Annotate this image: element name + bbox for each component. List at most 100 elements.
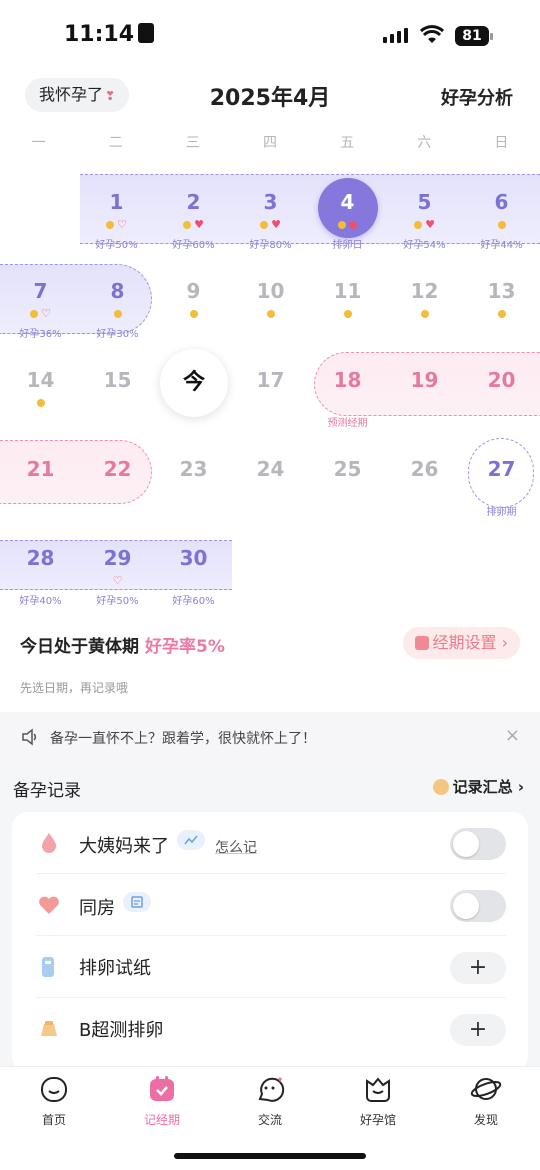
shop-icon <box>366 1077 390 1102</box>
weekday-label: 二 <box>108 135 123 151</box>
dot-marker <box>30 310 39 318</box>
calendar-day[interactable]: 24 <box>232 437 309 526</box>
heart-outline-icon: ♡ <box>41 307 51 320</box>
dot-marker <box>497 310 506 318</box>
dot-marker <box>420 310 429 318</box>
weekday-label: 一 <box>31 135 46 151</box>
records-card: 大姨妈来了 怎么记 同房 排卵试纸 + B超测排卵 + <box>12 812 528 1072</box>
calendar-day[interactable]: 11 <box>309 259 386 348</box>
wifi-icon <box>420 25 444 43</box>
calendar-day[interactable]: 17 <box>232 348 309 437</box>
calendar-day[interactable]: 12 <box>386 259 463 348</box>
status-time: 11:14 <box>64 22 155 47</box>
note-icon[interactable] <box>123 892 151 912</box>
records-header: 备孕记录 记录汇总 › <box>0 772 540 802</box>
weekday-label: 三 <box>185 135 200 151</box>
settings-icon <box>414 636 429 650</box>
calendar-day[interactable]: 27 排卵期 <box>463 437 540 526</box>
calendar-day[interactable]: 18 预测经期 <box>309 348 386 437</box>
dot-marker <box>349 221 357 229</box>
moon-icon <box>432 779 449 795</box>
records-title: 备孕记录 <box>13 781 81 801</box>
period-toggle[interactable] <box>450 828 506 860</box>
phase-status: 今日处于黄体期 好孕率5% <box>20 637 225 657</box>
tab-home[interactable]: 首页 <box>0 1073 108 1128</box>
record-row-period: 大姨妈来了 怎么记 <box>36 812 506 874</box>
calendar-header: 我怀孕了 ❣ 2025年4月 好孕分析 <box>0 72 540 122</box>
calendar-day[interactable]: 15 <box>79 348 156 437</box>
dot-marker <box>189 310 198 318</box>
calendar-day[interactable]: 25 <box>309 437 386 526</box>
record-row-ultrasound: B超测排卵 + <box>36 998 506 1060</box>
calendar-day[interactable]: 23 <box>155 437 232 526</box>
face-icon <box>41 1077 67 1102</box>
weekday-label: 六 <box>417 135 432 151</box>
dot-marker <box>497 221 506 229</box>
heart-icon: ♥ <box>271 218 281 231</box>
fertility-analysis-link[interactable]: 好孕分析 <box>441 84 513 110</box>
planet-icon <box>470 1078 502 1100</box>
drop-icon <box>42 833 56 853</box>
weekday-label: 日 <box>494 135 509 151</box>
calendar-icon <box>150 1076 174 1101</box>
dot-marker <box>266 310 275 318</box>
calendar-day[interactable]: 1 ♡ 好孕50% <box>78 170 155 259</box>
record-row-intercourse: 同房 <box>36 874 506 936</box>
calendar-day[interactable]: 22 <box>79 437 156 526</box>
records-summary-link[interactable]: 记录汇总 › <box>432 776 524 797</box>
add-ovulation-test-button[interactable]: + <box>450 952 506 984</box>
add-ultrasound-button[interactable]: + <box>450 1014 506 1046</box>
heart-outline-icon: ♡ <box>117 218 127 231</box>
weekday-row: 一 二 三 四 五 六 日 <box>0 132 540 152</box>
intercourse-toggle[interactable] <box>450 890 506 922</box>
calendar-day[interactable]: 14 <box>2 348 79 437</box>
dot-marker <box>414 221 423 229</box>
calendar-grid: 一 二 三 四 五 六 日 今 1 ♡ 好孕50% 2 ♥ 好孕60% 3 ♥ 好孕80% … <box>0 122 540 712</box>
calendar-day[interactable]: 13 <box>463 259 540 348</box>
notice-text: 备孕一直怀不上？跟着学，很快就怀上了！ <box>50 731 316 747</box>
weekday-label: 五 <box>340 135 355 151</box>
calendar-day[interactable]: 29 ♡ 好孕50% <box>79 526 156 615</box>
dot-marker <box>260 221 269 229</box>
battery-icon: 81 <box>455 26 493 46</box>
calendar-day[interactable]: 26 <box>386 437 463 526</box>
dot-marker <box>183 221 192 229</box>
calendar-day[interactable]: 5 ♥ 好孕54% <box>386 170 463 259</box>
calendar-day[interactable]: 21 <box>2 437 79 526</box>
calendar-day[interactable]: 10 <box>232 259 309 348</box>
ultrasound-icon <box>41 1021 57 1036</box>
dot-marker <box>338 221 346 229</box>
pregnant-button[interactable]: 我怀孕了 ❣ <box>25 78 130 112</box>
calendar-day[interactable]: 8 好孕30% <box>79 259 156 348</box>
heart-icon: ♥ <box>425 218 435 231</box>
tab-community[interactable]: 交流 <box>216 1073 324 1128</box>
chart-icon[interactable] <box>177 830 205 850</box>
dot-marker <box>343 310 352 318</box>
tab-shop[interactable]: 好孕馆 <box>324 1073 432 1128</box>
heart-outline-icon: ♡ <box>112 574 123 587</box>
calendar-day[interactable]: 6 好孕44% <box>463 170 540 259</box>
tab-discover[interactable]: 发现 <box>432 1073 540 1128</box>
hearts-icon: ❣ <box>105 89 116 103</box>
calendar-day[interactable]: 20 <box>463 348 540 437</box>
calendar-day-ovulation[interactable]: 4 排卵日 <box>309 170 386 259</box>
fertility-rate: 好孕率5% <box>145 637 225 657</box>
today-marker[interactable]: 今 <box>160 349 228 417</box>
notice-bar[interactable]: 备孕一直怀不上？跟着学，很快就怀上了！ × <box>0 714 540 760</box>
calendar-day[interactable]: 30 好孕60% <box>155 526 232 615</box>
period-settings-button[interactable]: 经期设置 › <box>402 627 520 659</box>
calendar-day[interactable]: 3 ♥ 好孕80% <box>232 170 309 259</box>
close-icon[interactable]: × <box>505 725 520 746</box>
select-date-hint: 先选日期，再记录哦 <box>20 681 129 695</box>
calendar-day[interactable]: 19 <box>386 348 463 437</box>
calendar-day[interactable]: 7 ♡ 好孕36% <box>2 259 79 348</box>
calendar-day[interactable]: 28 好孕40% <box>2 526 79 615</box>
dot-marker <box>36 399 45 407</box>
calendar-day[interactable]: 2 ♥ 好孕60% <box>155 170 232 259</box>
weekday-label: 四 <box>262 135 277 151</box>
speaker-icon <box>22 728 37 746</box>
tab-period[interactable]: 记经期 <box>108 1073 216 1128</box>
how-to-record-link[interactable]: 怎么记 <box>215 840 257 856</box>
test-strip-icon <box>42 957 54 977</box>
calendar-day[interactable]: 9 <box>155 259 232 348</box>
